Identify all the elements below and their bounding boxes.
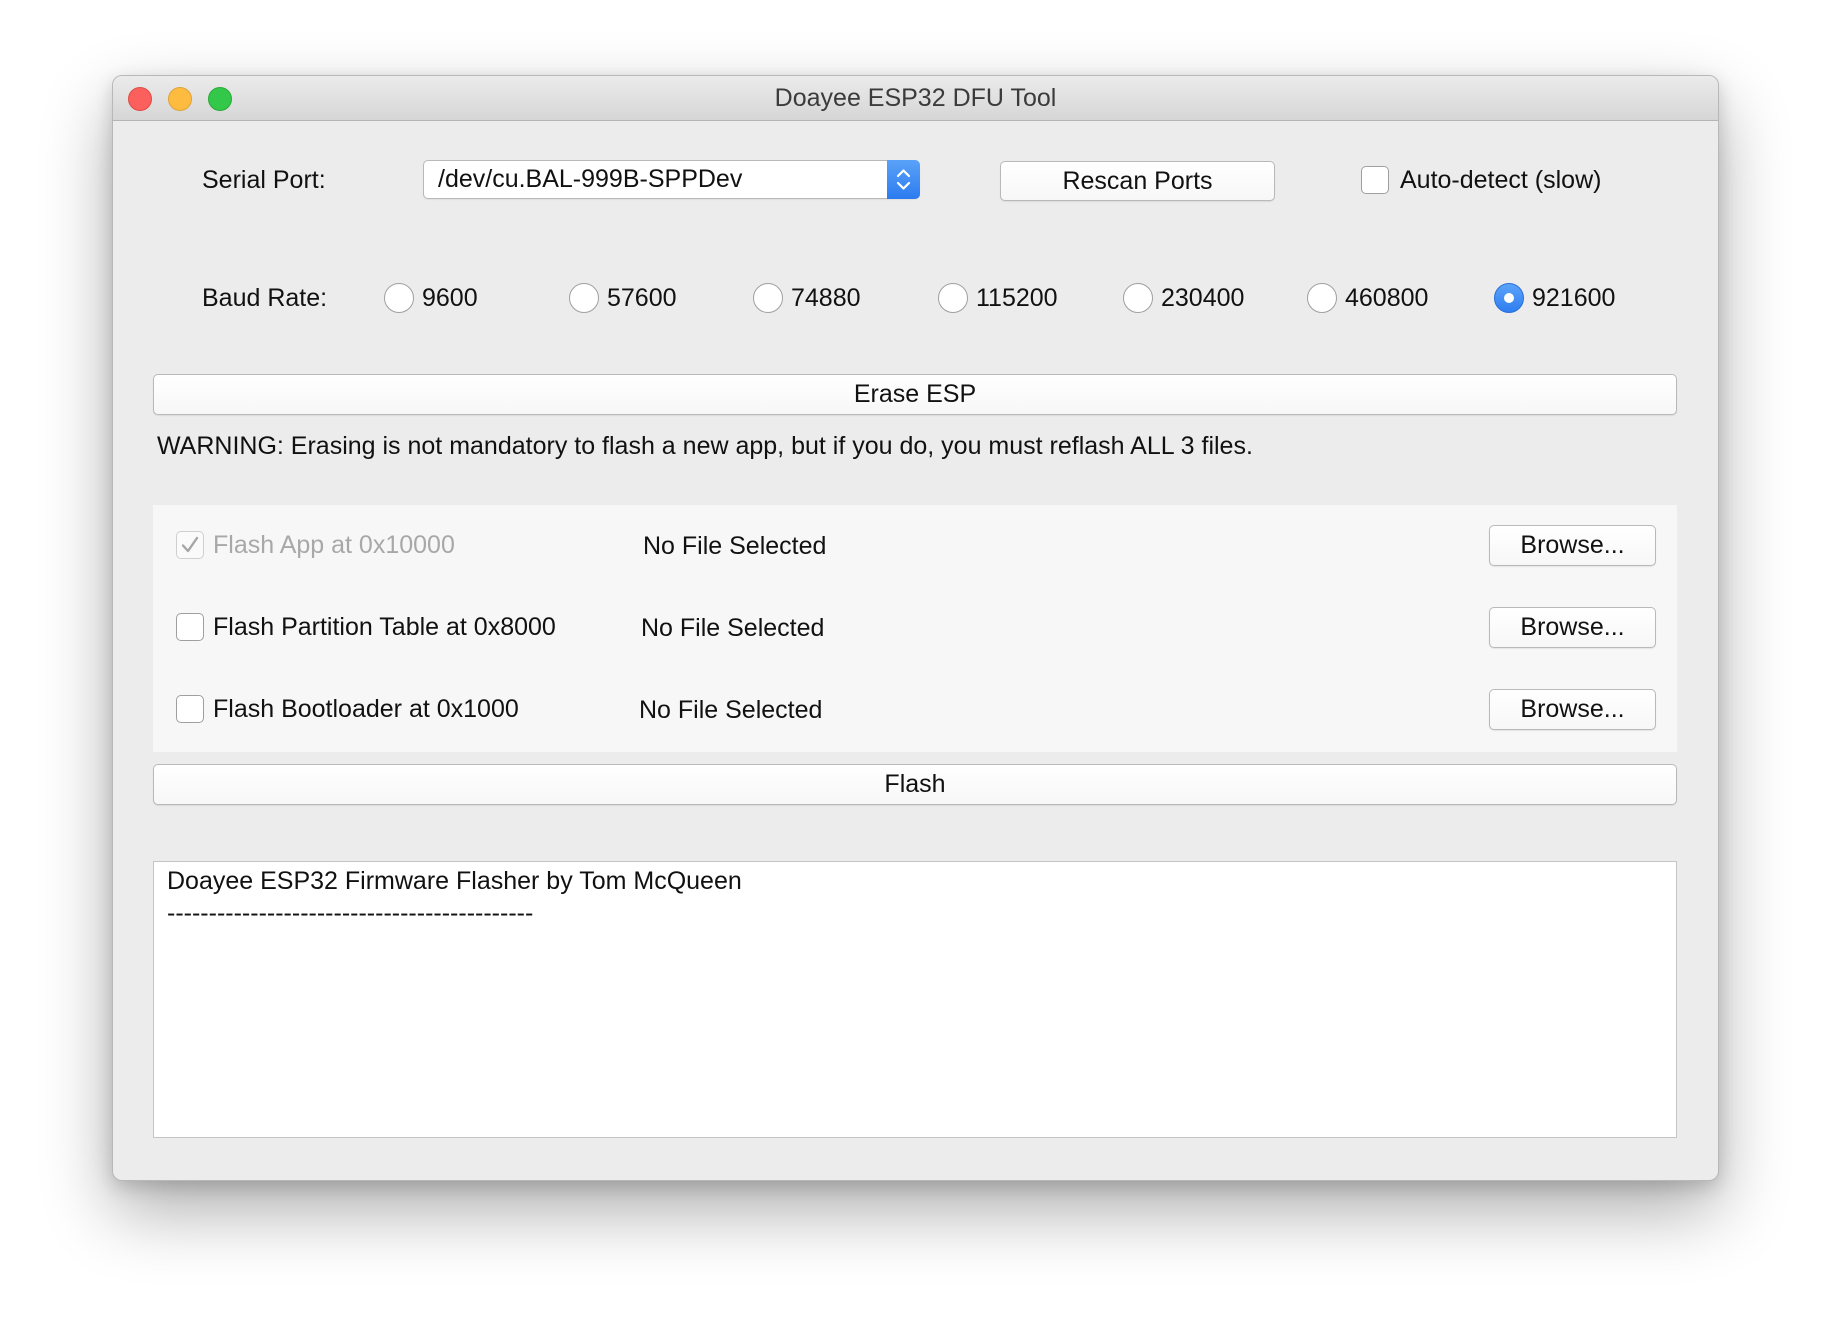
auto-detect-label: Auto-detect (slow) — [1400, 166, 1602, 194]
flash-partition-table-label: Flash Partition Table at 0x8000 — [213, 613, 556, 641]
baud-radio-115200[interactable] — [938, 283, 968, 313]
flash-app-label: Flash App at 0x10000 — [213, 531, 455, 559]
baud-radio-74880[interactable] — [753, 283, 783, 313]
log-line: ----------------------------------------… — [167, 899, 534, 927]
baud-option-label: 230400 — [1161, 284, 1245, 312]
baud-radio-9600[interactable] — [384, 283, 414, 313]
baud-option-label: 115200 — [976, 284, 1058, 312]
baud-option-label: 9600 — [422, 284, 478, 312]
serial-port-label: Serial Port: — [202, 166, 326, 194]
flash-app-file-status: No File Selected — [643, 532, 827, 560]
baud-option-label: 921600 — [1532, 284, 1616, 312]
baud-radio-57600[interactable] — [569, 283, 599, 313]
flash-button[interactable]: Flash — [153, 764, 1677, 805]
app-window: Doayee ESP32 DFU Tool Serial Port: /dev/… — [112, 75, 1719, 1181]
rescan-ports-label: Rescan Ports — [1062, 167, 1213, 195]
chevron-up-down-icon — [896, 169, 911, 190]
serial-port-value: /dev/cu.BAL-999B-SPPDev — [438, 165, 743, 193]
flash-app-checkbox[interactable] — [176, 531, 204, 559]
baud-radio-460800[interactable] — [1307, 283, 1337, 313]
flash-partition-table-checkbox[interactable] — [176, 613, 204, 641]
browse-label: Browse... — [1520, 531, 1625, 559]
erase-esp-label: Erase ESP — [853, 380, 977, 408]
flash-label: Flash — [884, 770, 946, 798]
select-stepper-icon[interactable] — [887, 160, 920, 199]
flash-bootloader-label: Flash Bootloader at 0x1000 — [213, 695, 519, 723]
flash-partition-table-browse-button[interactable]: Browse... — [1489, 607, 1656, 648]
flash-bootloader-file-status: No File Selected — [639, 696, 823, 724]
baud-option-label: 460800 — [1345, 284, 1429, 312]
flash-partition-table-file-status: No File Selected — [641, 614, 825, 642]
serial-port-select[interactable]: /dev/cu.BAL-999B-SPPDev — [423, 160, 920, 199]
baud-radio-921600[interactable] — [1494, 283, 1524, 313]
flash-bootloader-browse-button[interactable]: Browse... — [1489, 689, 1656, 730]
rescan-ports-button[interactable]: Rescan Ports — [1000, 161, 1275, 201]
window-title: Doayee ESP32 DFU Tool — [774, 84, 1057, 112]
browse-label: Browse... — [1520, 613, 1625, 641]
baud-rate-label: Baud Rate: — [202, 284, 328, 312]
checkmark-icon — [181, 536, 199, 553]
baud-option-label: 57600 — [607, 284, 677, 312]
log-line: Doayee ESP32 Firmware Flasher by Tom McQ… — [167, 867, 742, 895]
title-bar: Doayee ESP32 DFU Tool — [113, 76, 1718, 121]
flash-bootloader-checkbox[interactable] — [176, 695, 204, 723]
auto-detect-checkbox[interactable] — [1361, 166, 1389, 194]
baud-radio-230400[interactable] — [1123, 283, 1153, 313]
browse-label: Browse... — [1520, 695, 1625, 723]
baud-option-label: 74880 — [791, 284, 861, 312]
log-output[interactable]: Doayee ESP32 Firmware Flasher by Tom McQ… — [153, 861, 1677, 1138]
flash-app-browse-button[interactable]: Browse... — [1489, 525, 1656, 566]
erase-warning-text: WARNING: Erasing is not mandatory to fla… — [157, 432, 1253, 460]
erase-esp-button[interactable]: Erase ESP — [153, 374, 1677, 415]
